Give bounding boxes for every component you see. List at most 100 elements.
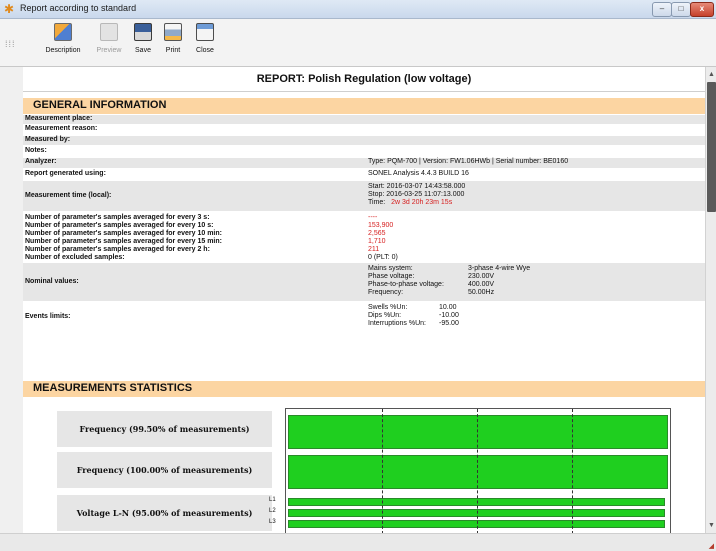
gridline-2 — [477, 409, 478, 534]
samples-labels: Number of parameter's samples averaged f… — [25, 214, 222, 262]
measurements-statistics-header: MEASUREMENTS STATISTICS — [23, 381, 705, 397]
interruptions-key: Interruptions %Un: — [368, 320, 426, 327]
measurement-time-values: Start: 2016-03-07 14:43:58.000 Stop: 201… — [368, 183, 465, 207]
preview-label: Preview — [96, 47, 122, 54]
frequency-99-bar — [288, 415, 668, 449]
samples-3s-value: ---- — [368, 214, 378, 221]
window-title: Report according to standard — [20, 3, 137, 13]
title-bar[interactable]: ✱ Report according to standard – □ x — [0, 0, 716, 19]
nominal-values-label: Nominal values: — [25, 278, 79, 285]
frequency-value: 50.00Hz — [468, 289, 495, 296]
save-button[interactable]: Save — [130, 23, 156, 63]
scroll-up-icon[interactable]: ▲ — [706, 69, 716, 80]
events-limits-row: Events limits: Swells %Un: Dips %Un: Int… — [23, 302, 705, 332]
minimize-button[interactable]: – — [652, 2, 672, 17]
samples-10min-label: Number of parameter's samples averaged f… — [25, 230, 222, 237]
stat-label-voltage-ln: Voltage L-N (95.00% of measurements) — [57, 495, 272, 531]
time-total: Time: 2w 3d 20h 23m 15s — [368, 199, 465, 207]
nominal-keys: Mains system: Phase voltage: Phase-to-ph… — [368, 265, 458, 297]
samples-10min-value: 2,565 — [368, 230, 386, 237]
report-window: ✱ Report according to standard – □ x ⁞⁞⁞… — [0, 0, 716, 551]
excluded-samples-label: Number of excluded samples: — [25, 254, 125, 261]
samples-10s-value: 153,900 — [368, 222, 394, 229]
vertical-scrollbar[interactable]: ▲ ▼ — [705, 67, 716, 533]
status-bar: ◢ — [0, 533, 716, 551]
phase-label-l2: L2 — [269, 508, 276, 514]
general-information-title: GENERAL INFORMATION — [33, 99, 167, 111]
time-total-value: 2w 3d 20h 23m 15s — [391, 199, 453, 206]
samples-values: ---- 153,900 2,565 1,710 211 0 (PLT: 0) — [368, 214, 398, 262]
measurements-statistics-title: MEASUREMENTS STATISTICS — [33, 382, 193, 394]
frequency-key: Frequency: — [368, 289, 404, 296]
measurement-time-row: Measurement time (local): Start: 2016-03… — [23, 181, 705, 211]
toolbar: ⁞⁞⁞ Description Preview Save Print Close — [0, 19, 716, 67]
phase-label-l1: L1 — [269, 497, 276, 503]
preview-button[interactable]: Preview — [92, 23, 126, 63]
excluded-samples-value: 0 (PLT: 0) — [368, 254, 398, 261]
samples-15min-label: Number of parameter's samples averaged f… — [25, 238, 222, 245]
description-button[interactable]: Description — [38, 23, 88, 63]
measurement-place-row: Measurement place: — [23, 115, 705, 124]
events-keys: Swells %Un: Dips %Un: Interruptions %Un: — [368, 304, 426, 328]
gridline-3 — [572, 409, 573, 534]
measurement-place-label: Measurement place: — [25, 115, 93, 122]
maximize-button[interactable]: □ — [671, 2, 691, 17]
phase-to-phase-voltage-value: 400.00V — [468, 281, 495, 288]
events-vals: 10.00 -10.00 -95.00 — [439, 304, 459, 328]
nominal-vals: 3-phase 4-wire Wye 230.00V 400.00V 50.00… — [468, 265, 530, 297]
print-label: Print — [165, 47, 181, 54]
phase-label-l3: L3 — [269, 519, 276, 525]
mains-system-value: 3-phase 4-wire Wye — [468, 265, 531, 272]
analyzer-row: Analyzer: Type: PQM-700 | Version: FW1.0… — [23, 158, 705, 168]
phase-voltage-value: 230.00V — [468, 273, 495, 280]
resize-grip-icon[interactable]: ◢ — [709, 542, 714, 550]
measured-by-label: Measured by: — [25, 136, 71, 143]
description-icon — [54, 23, 72, 41]
toolbar-grip-icon[interactable]: ⁞⁞⁞ — [5, 39, 16, 49]
measured-by-row: Measured by: — [23, 136, 705, 145]
samples-2h-value: 211 — [368, 246, 380, 253]
frequency-100-bar — [288, 455, 668, 489]
samples-2h-label: Number of parameter's samples averaged f… — [25, 246, 210, 253]
app-icon: ✱ — [4, 2, 15, 16]
samples-10s-label: Number of parameter's samples averaged f… — [25, 222, 214, 229]
stat-label-frequency-100: Frequency (100.00% of measurements) — [57, 452, 272, 488]
close-label: Close — [196, 47, 214, 54]
swells-value: 10.00 — [439, 304, 457, 311]
notes-label: Notes: — [25, 147, 47, 154]
time-total-label: Time: — [368, 199, 386, 206]
close-button[interactable]: Close — [192, 23, 218, 63]
close-icon — [196, 23, 214, 41]
swells-key: Swells %Un: — [368, 304, 408, 311]
dips-value: -10.00 — [439, 312, 459, 319]
time-stop: Stop: 2016-03-25 11:07:13.000 — [368, 191, 465, 198]
preview-icon — [100, 23, 118, 41]
measurement-reason-row: Measurement reason: — [23, 125, 705, 134]
phase-voltage-key: Phase voltage: — [368, 273, 415, 280]
statistics-chart — [285, 408, 671, 534]
time-start: Start: 2016-03-07 14:43:58.000 — [368, 183, 466, 190]
report-generated-label: Report generated using: — [25, 170, 106, 177]
scroll-thumb[interactable] — [707, 82, 716, 212]
analyzer-label: Analyzer: — [25, 158, 57, 165]
analyzer-value: Type: PQM-700 | Version: FW1.06HWb | Ser… — [368, 158, 569, 165]
scroll-down-icon[interactable]: ▼ — [706, 520, 716, 531]
general-information-header: GENERAL INFORMATION — [23, 98, 705, 114]
nominal-values-row: Nominal values: Mains system: Phase volt… — [23, 263, 705, 301]
print-button[interactable]: Print — [160, 23, 186, 63]
stat-label-frequency-99: Frequency (99.50% of measurements) — [57, 411, 272, 447]
gridline-1 — [382, 409, 383, 534]
measurement-time-label: Measurement time (local): — [25, 192, 112, 199]
measurement-reason-label: Measurement reason: — [25, 125, 98, 132]
samples-15min-value: 1,710 — [368, 238, 386, 245]
description-label: Description — [45, 47, 81, 54]
mains-system-key: Mains system: — [368, 265, 413, 272]
dips-key: Dips %Un: — [368, 312, 402, 319]
save-icon — [134, 23, 152, 41]
interruptions-value: -95.00 — [439, 320, 459, 327]
events-limits-label: Events limits: — [25, 313, 71, 320]
close-window-button[interactable]: x — [690, 2, 714, 17]
report-generated-value: SONEL Analysis 4.4.3 BUILD 16 — [368, 170, 469, 177]
notes-row: Notes: — [23, 147, 705, 156]
samples-3s-label: Number of parameter's samples averaged f… — [25, 214, 210, 221]
